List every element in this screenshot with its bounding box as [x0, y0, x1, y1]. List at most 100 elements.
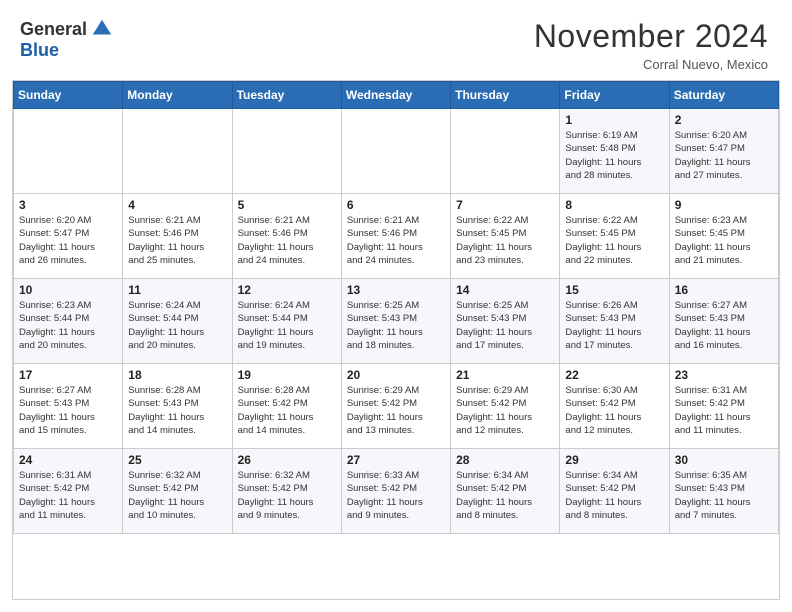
- calendar-cell: [123, 109, 232, 194]
- day-number: 7: [456, 198, 554, 212]
- calendar-cell: 7 Sunrise: 6:22 AM Sunset: 5:45 PM Daylig…: [451, 194, 560, 279]
- day-number: 13: [347, 283, 445, 297]
- weekday-header: Friday: [560, 82, 669, 109]
- day-info: Sunrise: 6:27 AM Sunset: 5:43 PM Dayligh…: [19, 384, 117, 437]
- day-number: 8: [565, 198, 663, 212]
- day-number: 15: [565, 283, 663, 297]
- calendar-cell: 26 Sunrise: 6:32 AM Sunset: 5:42 PM Dayli…: [232, 449, 341, 534]
- day-info: Sunrise: 6:22 AM Sunset: 5:45 PM Dayligh…: [565, 214, 663, 267]
- day-info: Sunrise: 6:28 AM Sunset: 5:42 PM Dayligh…: [238, 384, 336, 437]
- calendar-cell: [341, 109, 450, 194]
- calendar-cell: 30Sunrise: 6:35 AM Sunset: 5:43 PM Dayli…: [669, 449, 778, 534]
- day-number: 16: [675, 283, 773, 297]
- logo-text: General: [20, 18, 113, 40]
- calendar-cell: 12 Sunrise: 6:24 AM Sunset: 5:44 PM Dayli…: [232, 279, 341, 364]
- calendar-cell: 13 Sunrise: 6:25 AM Sunset: 5:43 PM Dayli…: [341, 279, 450, 364]
- day-info: Sunrise: 6:24 AM Sunset: 5:44 PM Dayligh…: [238, 299, 336, 352]
- day-number: 12: [238, 283, 336, 297]
- day-number: 3: [19, 198, 117, 212]
- day-number: 24: [19, 453, 117, 467]
- calendar-cell: 24 Sunrise: 6:31 AM Sunset: 5:42 PM Dayli…: [14, 449, 123, 534]
- weekday-header: Sunday: [14, 82, 123, 109]
- day-number: 21: [456, 368, 554, 382]
- day-number: 27: [347, 453, 445, 467]
- calendar-cell: 3Sunrise: 6:20 AM Sunset: 5:47 PM Daylig…: [14, 194, 123, 279]
- day-info: Sunrise: 6:27 AM Sunset: 5:43 PM Dayligh…: [675, 299, 773, 352]
- day-info: Sunrise: 6:21 AM Sunset: 5:46 PM Dayligh…: [238, 214, 336, 267]
- calendar-cell: 9 Sunrise: 6:23 AM Sunset: 5:45 PM Daylig…: [669, 194, 778, 279]
- calendar-header-row: SundayMondayTuesdayWednesdayThursdayFrid…: [14, 82, 779, 109]
- day-number: 4: [128, 198, 226, 212]
- calendar-cell: 1Sunrise: 6:19 AM Sunset: 5:48 PM Daylig…: [560, 109, 669, 194]
- day-number: 26: [238, 453, 336, 467]
- calendar-cell: [451, 109, 560, 194]
- day-info: Sunrise: 6:34 AM Sunset: 5:42 PM Dayligh…: [456, 469, 554, 522]
- calendar-cell: 2 Sunrise: 6:20 AM Sunset: 5:47 PM Daylig…: [669, 109, 778, 194]
- calendar-cell: 22 Sunrise: 6:30 AM Sunset: 5:42 PM Dayli…: [560, 364, 669, 449]
- day-number: 5: [238, 198, 336, 212]
- calendar-cell: 8 Sunrise: 6:22 AM Sunset: 5:45 PM Daylig…: [560, 194, 669, 279]
- day-number: 25: [128, 453, 226, 467]
- header: General Blue November 2024 Corral Nuevo,…: [0, 0, 792, 80]
- day-number: 18: [128, 368, 226, 382]
- weekday-header: Monday: [123, 82, 232, 109]
- calendar-week-row: 10Sunrise: 6:23 AM Sunset: 5:44 PM Dayli…: [14, 279, 779, 364]
- day-info: Sunrise: 6:26 AM Sunset: 5:43 PM Dayligh…: [565, 299, 663, 352]
- page: General Blue November 2024 Corral Nuevo,…: [0, 0, 792, 612]
- day-number: 22: [565, 368, 663, 382]
- calendar: SundayMondayTuesdayWednesdayThursdayFrid…: [12, 80, 780, 600]
- day-info: Sunrise: 6:28 AM Sunset: 5:43 PM Dayligh…: [128, 384, 226, 437]
- logo-general-text: General: [20, 19, 87, 40]
- calendar-week-row: 17 Sunrise: 6:27 AM Sunset: 5:43 PM Dayli…: [14, 364, 779, 449]
- calendar-body: 1Sunrise: 6:19 AM Sunset: 5:48 PM Daylig…: [14, 109, 779, 534]
- day-number: 20: [347, 368, 445, 382]
- logo-icon: [91, 18, 113, 40]
- calendar-cell: 18 Sunrise: 6:28 AM Sunset: 5:43 PM Dayli…: [123, 364, 232, 449]
- day-info: Sunrise: 6:30 AM Sunset: 5:42 PM Dayligh…: [565, 384, 663, 437]
- logo-area: General Blue: [20, 18, 113, 61]
- calendar-cell: 23 Sunrise: 6:31 AM Sunset: 5:42 PM Dayli…: [669, 364, 778, 449]
- day-number: 2: [675, 113, 773, 127]
- day-number: 28: [456, 453, 554, 467]
- weekday-header: Thursday: [451, 82, 560, 109]
- calendar-cell: 25 Sunrise: 6:32 AM Sunset: 5:42 PM Dayli…: [123, 449, 232, 534]
- day-number: 1: [565, 113, 663, 127]
- day-number: 17: [19, 368, 117, 382]
- weekday-header: Wednesday: [341, 82, 450, 109]
- day-info: Sunrise: 6:29 AM Sunset: 5:42 PM Dayligh…: [456, 384, 554, 437]
- day-number: 29: [565, 453, 663, 467]
- day-info: Sunrise: 6:22 AM Sunset: 5:45 PM Dayligh…: [456, 214, 554, 267]
- day-info: Sunrise: 6:31 AM Sunset: 5:42 PM Dayligh…: [19, 469, 117, 522]
- calendar-cell: [14, 109, 123, 194]
- calendar-cell: 19 Sunrise: 6:28 AM Sunset: 5:42 PM Dayli…: [232, 364, 341, 449]
- day-info: Sunrise: 6:34 AM Sunset: 5:42 PM Dayligh…: [565, 469, 663, 522]
- calendar-cell: 15 Sunrise: 6:26 AM Sunset: 5:43 PM Dayli…: [560, 279, 669, 364]
- day-info: Sunrise: 6:29 AM Sunset: 5:42 PM Dayligh…: [347, 384, 445, 437]
- day-number: 19: [238, 368, 336, 382]
- calendar-cell: 27Sunrise: 6:33 AM Sunset: 5:42 PM Dayli…: [341, 449, 450, 534]
- day-info: Sunrise: 6:32 AM Sunset: 5:42 PM Dayligh…: [128, 469, 226, 522]
- calendar-cell: 10Sunrise: 6:23 AM Sunset: 5:44 PM Dayli…: [14, 279, 123, 364]
- title-area: November 2024 Corral Nuevo, Mexico: [534, 18, 768, 72]
- day-info: Sunrise: 6:31 AM Sunset: 5:42 PM Dayligh…: [675, 384, 773, 437]
- calendar-cell: 4Sunrise: 6:21 AM Sunset: 5:46 PM Daylig…: [123, 194, 232, 279]
- calendar-cell: 21 Sunrise: 6:29 AM Sunset: 5:42 PM Dayli…: [451, 364, 560, 449]
- calendar-week-row: 24 Sunrise: 6:31 AM Sunset: 5:42 PM Dayli…: [14, 449, 779, 534]
- day-info: Sunrise: 6:25 AM Sunset: 5:43 PM Dayligh…: [456, 299, 554, 352]
- calendar-cell: 29 Sunrise: 6:34 AM Sunset: 5:42 PM Dayli…: [560, 449, 669, 534]
- day-info: Sunrise: 6:23 AM Sunset: 5:45 PM Dayligh…: [675, 214, 773, 267]
- calendar-cell: 5 Sunrise: 6:21 AM Sunset: 5:46 PM Daylig…: [232, 194, 341, 279]
- calendar-cell: 17 Sunrise: 6:27 AM Sunset: 5:43 PM Dayli…: [14, 364, 123, 449]
- day-number: 14: [456, 283, 554, 297]
- calendar-cell: [232, 109, 341, 194]
- calendar-cell: 28 Sunrise: 6:34 AM Sunset: 5:42 PM Dayli…: [451, 449, 560, 534]
- day-info: Sunrise: 6:32 AM Sunset: 5:42 PM Dayligh…: [238, 469, 336, 522]
- calendar-cell: 20 Sunrise: 6:29 AM Sunset: 5:42 PM Dayli…: [341, 364, 450, 449]
- month-title: November 2024: [534, 18, 768, 55]
- day-info: Sunrise: 6:20 AM Sunset: 5:47 PM Dayligh…: [675, 129, 773, 182]
- location-subtitle: Corral Nuevo, Mexico: [534, 57, 768, 72]
- day-number: 9: [675, 198, 773, 212]
- day-number: 23: [675, 368, 773, 382]
- calendar-cell: 11Sunrise: 6:24 AM Sunset: 5:44 PM Dayli…: [123, 279, 232, 364]
- day-info: Sunrise: 6:25 AM Sunset: 5:43 PM Dayligh…: [347, 299, 445, 352]
